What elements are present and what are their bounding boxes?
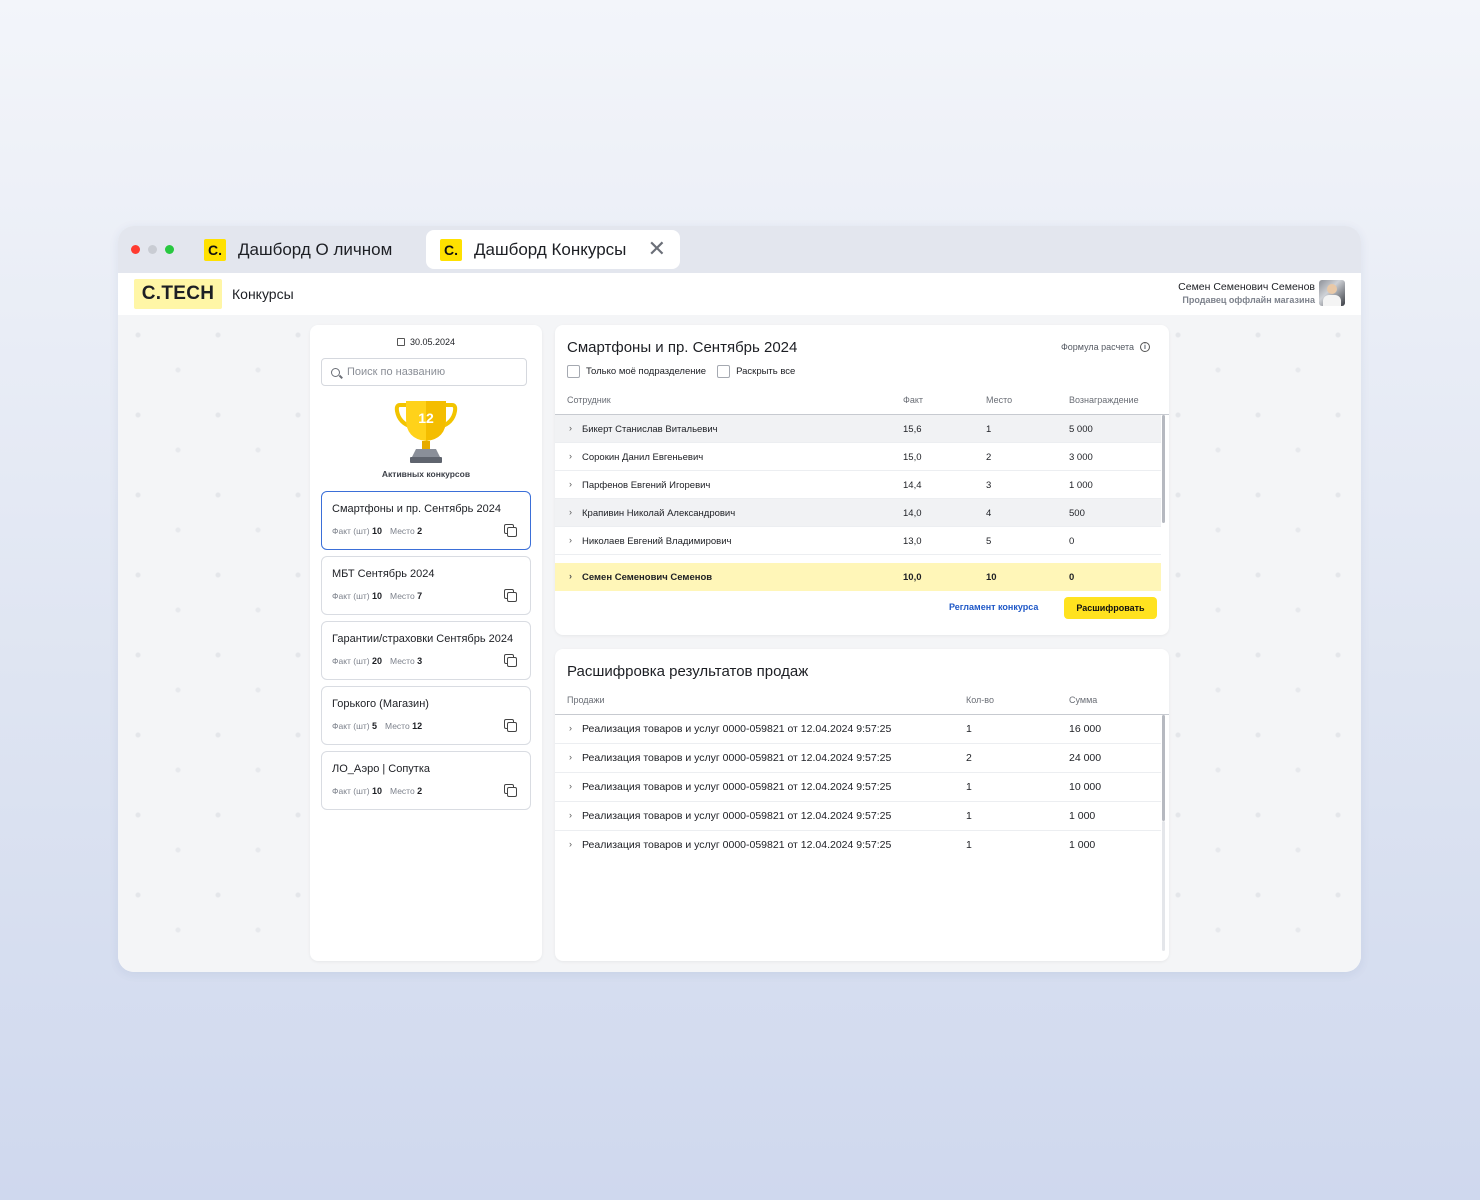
chevron-right-icon: › (569, 451, 572, 461)
contest-name: Гарантии/страховки Сентябрь 2024 (332, 633, 514, 645)
current-date[interactable]: 30.05.2024 (310, 337, 542, 347)
page-title: Конкурсы (232, 286, 294, 302)
contest-meta: Факт (шт) 10 Место 2 (332, 786, 423, 796)
copy-icon[interactable] (504, 589, 517, 602)
copy-icon[interactable] (504, 784, 517, 797)
tab-bar: С. Дашборд О личном С. Дашборд Конкурсы … (118, 226, 1361, 273)
tab-label: Дашборд О личном (238, 239, 393, 259)
info-icon[interactable]: i (1140, 342, 1150, 352)
column-fact[interactable]: Факт (903, 395, 923, 405)
copy-icon[interactable] (504, 654, 517, 667)
minimize-window-button[interactable] (148, 245, 157, 254)
contest-name: ЛО_Аэро | Сопутка (332, 763, 431, 775)
tab-label: Дашборд Конкурсы (474, 239, 627, 259)
chevron-right-icon: › (569, 723, 572, 733)
chevron-right-icon: › (569, 507, 572, 517)
contest-card-smartphones[interactable]: Смартфоны и пр. Сентябрь 2024 Факт (шт) … (321, 491, 531, 550)
table-row[interactable]: › Реализация товаров и услуг 0000-059821… (555, 773, 1161, 802)
column-place[interactable]: Место (986, 395, 1012, 405)
close-icon[interactable]: ✕ (648, 238, 666, 260)
active-count: 12 (418, 410, 434, 426)
contest-card-warranty[interactable]: Гарантии/страховки Сентябрь 2024 Факт (ш… (321, 621, 531, 680)
logo[interactable]: С.TECH (134, 279, 222, 309)
scrollbar[interactable] (1162, 715, 1165, 821)
contest-card-mbt[interactable]: МБТ Сентябрь 2024 Факт (шт) 10 Место 7 (321, 556, 531, 615)
user-name[interactable]: Семен Семенович Семенов (1178, 281, 1315, 293)
search-box[interactable] (321, 358, 527, 386)
close-window-button[interactable] (131, 245, 140, 254)
only-my-department-checkbox[interactable]: Только моё подразделение (567, 365, 706, 378)
active-contests-label: Активных конкурсов (381, 469, 471, 479)
chevron-right-icon: › (569, 839, 572, 849)
scrollbar-track (1162, 821, 1165, 951)
trophy-icon: 12 (394, 401, 458, 463)
scrollbar[interactable] (1162, 415, 1165, 523)
table-row[interactable]: › Парфенов Евгений Игоревич 14,4 3 1 000 (555, 471, 1161, 499)
panel-title: Расшифровка результатов продаж (567, 663, 809, 680)
chevron-right-icon: › (569, 810, 572, 820)
maximize-window-button[interactable] (165, 245, 174, 254)
column-quantity[interactable]: Кол-во (966, 695, 994, 705)
column-sales[interactable]: Продажи (567, 695, 605, 705)
table-row[interactable]: › Реализация товаров и услуг 0000-059821… (555, 802, 1161, 831)
search-icon (331, 367, 340, 377)
panel-title: Смартфоны и пр. Сентябрь 2024 (567, 339, 798, 356)
formula-link[interactable]: Формула расчета i (1061, 342, 1150, 352)
table-row-current-user[interactable]: › Семен Семенович Семенов 10,0 10 0 (555, 563, 1161, 591)
contest-name: МБТ Сентябрь 2024 (332, 568, 435, 580)
table-header: Продажи Кол-во Сумма (555, 693, 1169, 715)
user-role: Продавец оффлайн магазина (1182, 295, 1315, 305)
decode-button[interactable]: Расшифровать (1064, 597, 1157, 619)
chevron-right-icon: › (569, 571, 572, 581)
tab-dashboard-contests[interactable]: С. Дашборд Конкурсы ✕ (426, 230, 680, 269)
copy-icon[interactable] (504, 524, 517, 537)
contest-meta: Факт (шт) 5 Место 12 (332, 721, 423, 731)
contest-name: Смартфоны и пр. Сентябрь 2024 (332, 503, 501, 515)
contest-name: Горького (Магазин) (332, 698, 429, 710)
expand-all-checkbox[interactable]: Раскрыть все (717, 365, 795, 378)
copy-icon[interactable] (504, 719, 517, 732)
filters: Только моё подразделение Раскрыть все (567, 365, 806, 378)
date-value: 30.05.2024 (409, 337, 456, 347)
chevron-right-icon: › (569, 479, 572, 489)
contest-meta: Факт (шт) 20 Место 3 (332, 656, 423, 666)
chevron-right-icon: › (569, 423, 572, 433)
avatar[interactable] (1319, 280, 1345, 306)
contest-rating-panel: Смартфоны и пр. Сентябрь 2024 Формула ра… (555, 325, 1169, 635)
table-row[interactable]: › Сорокин Данил Евгеньевич 15,0 2 3 000 (555, 443, 1161, 471)
calendar-icon (396, 338, 405, 346)
sales-details-panel: Расшифровка результатов продаж Продажи К… (555, 649, 1169, 961)
contest-rules-link[interactable]: Регламент конкурса (949, 602, 1038, 612)
chevron-right-icon: › (569, 752, 572, 762)
main-content: 30.05.2024 12 Активных конкурсов Смартфо… (118, 315, 1361, 972)
table-row[interactable]: › Реализация товаров и услуг 0000-059821… (555, 715, 1161, 744)
favicon-icon: С. (440, 238, 462, 261)
table-row[interactable]: › Крапивин Николай Александрович 14,0 4 … (555, 499, 1161, 527)
app-header: С.TECH Конкурсы Семен Семенович Семенов … (118, 273, 1361, 315)
search-input[interactable] (347, 366, 517, 378)
chevron-right-icon: › (569, 781, 572, 791)
table-row[interactable]: › Реализация товаров и услуг 0000-059821… (555, 831, 1161, 860)
table-row[interactable]: › Бикерт Станислав Витальевич 15,6 1 5 0… (555, 415, 1161, 443)
table-row[interactable]: › Николаев Евгений Владимирович 13,0 5 0 (555, 527, 1161, 555)
favicon-icon: С. (204, 238, 226, 261)
contest-card-gorkogo[interactable]: Горького (Магазин) Факт (шт) 5 Место 12 (321, 686, 531, 745)
chevron-right-icon: › (569, 535, 572, 545)
table-header: Сотрудник Факт Место Вознаграждение (555, 393, 1169, 415)
contests-sidebar: 30.05.2024 12 Активных конкурсов Смартфо… (310, 325, 542, 961)
column-reward[interactable]: Вознаграждение (1069, 395, 1139, 405)
column-employee[interactable]: Сотрудник (567, 395, 611, 405)
tab-dashboard-personal[interactable]: С. Дашборд О личном (202, 230, 402, 269)
table-row[interactable]: › Реализация товаров и услуг 0000-059821… (555, 744, 1161, 773)
contest-card-lo-aero[interactable]: ЛО_Аэро | Сопутка Факт (шт) 10 Место 2 (321, 751, 531, 810)
contest-meta: Факт (шт) 10 Место 2 (332, 526, 423, 536)
browser-window: С. Дашборд О личном С. Дашборд Конкурсы … (118, 226, 1361, 972)
contest-meta: Факт (шт) 10 Место 7 (332, 591, 423, 601)
column-sum[interactable]: Сумма (1069, 695, 1097, 705)
